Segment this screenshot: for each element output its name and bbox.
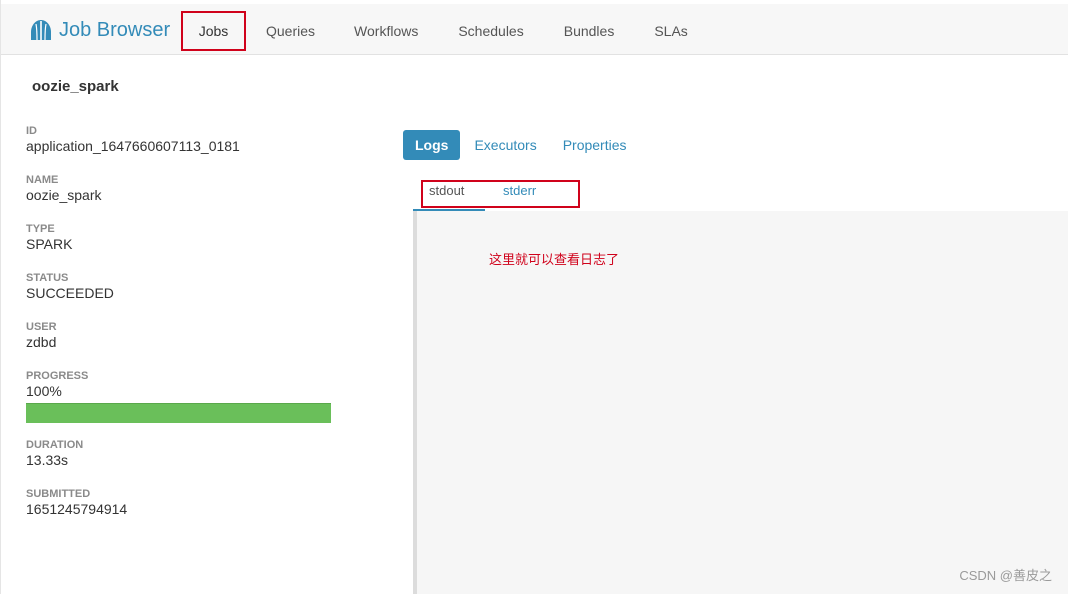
nav-workflows[interactable]: Workflows <box>354 11 418 51</box>
nav-jobs[interactable]: Jobs <box>181 11 246 51</box>
log-panel: 这里就可以查看日志了 <box>413 211 1068 594</box>
brand-title: Job Browser <box>59 18 171 41</box>
nav-queries[interactable]: Queries <box>266 11 315 51</box>
subtab-stderr[interactable]: stderr <box>503 183 536 198</box>
prop-label: TYPE <box>26 223 55 235</box>
prop-name: NAME oozie_spark <box>26 174 356 223</box>
prop-value: 13.33s <box>26 452 69 468</box>
hue-logo-icon <box>31 20 51 41</box>
page-title: oozie_spark <box>32 78 119 95</box>
job-browser-page: Job Browser Jobs Queries Workflows Sched… <box>0 0 1068 594</box>
prop-id: ID application_1647660607113_0181 <box>26 125 356 174</box>
tab-properties[interactable]: Properties <box>563 130 627 160</box>
prop-value: zdbd <box>26 334 57 350</box>
nav-bundles[interactable]: Bundles <box>564 11 615 51</box>
detail-tabs: Logs Executors Properties <box>403 130 627 160</box>
job-properties: ID application_1647660607113_0181 NAME o… <box>26 125 356 537</box>
progress-value: 100% <box>26 383 62 399</box>
annotation-note: 这里就可以查看日志了 <box>489 252 620 267</box>
prop-submitted: SUBMITTED 1651245794914 <box>26 488 356 537</box>
prop-label: NAME <box>26 174 59 186</box>
prop-value: SPARK <box>26 236 73 252</box>
prop-duration: DURATION 13.33s <box>26 439 356 488</box>
prop-user: USER zdbd <box>26 321 356 370</box>
prop-type: TYPE SPARK <box>26 223 356 272</box>
progress-bar <box>26 403 331 423</box>
prop-label: ID <box>26 125 37 137</box>
prop-value: oozie_spark <box>26 187 102 203</box>
progress-fill <box>26 403 331 423</box>
top-navbar: Job Browser Jobs Queries Workflows Sched… <box>1 4 1068 55</box>
prop-label: PROGRESS <box>26 370 89 382</box>
brand[interactable]: Job Browser <box>29 16 170 44</box>
log-subtabs: stdout stderr <box>413 180 1068 212</box>
prop-value: application_1647660607113_0181 <box>26 138 240 154</box>
nav-schedules[interactable]: Schedules <box>458 11 523 51</box>
prop-label: STATUS <box>26 272 69 284</box>
prop-progress: PROGRESS 100% <box>26 370 356 439</box>
tab-executors[interactable]: Executors <box>474 130 536 160</box>
prop-label: DURATION <box>26 439 84 451</box>
nav-menu: Jobs Queries Workflows Schedules Bundles… <box>181 8 688 54</box>
watermark: CSDN @善皮之 <box>959 568 1052 583</box>
nav-slas[interactable]: SLAs <box>654 11 687 51</box>
status-value: SUCCEEDED <box>26 285 114 301</box>
tab-logs[interactable]: Logs <box>403 130 461 160</box>
prop-label: SUBMITTED <box>26 488 91 500</box>
prop-value: 1651245794914 <box>26 501 128 517</box>
subtab-stdout[interactable]: stdout <box>429 183 464 198</box>
prop-status: STATUS SUCCEEDED <box>26 272 356 321</box>
prop-label: USER <box>26 321 57 333</box>
